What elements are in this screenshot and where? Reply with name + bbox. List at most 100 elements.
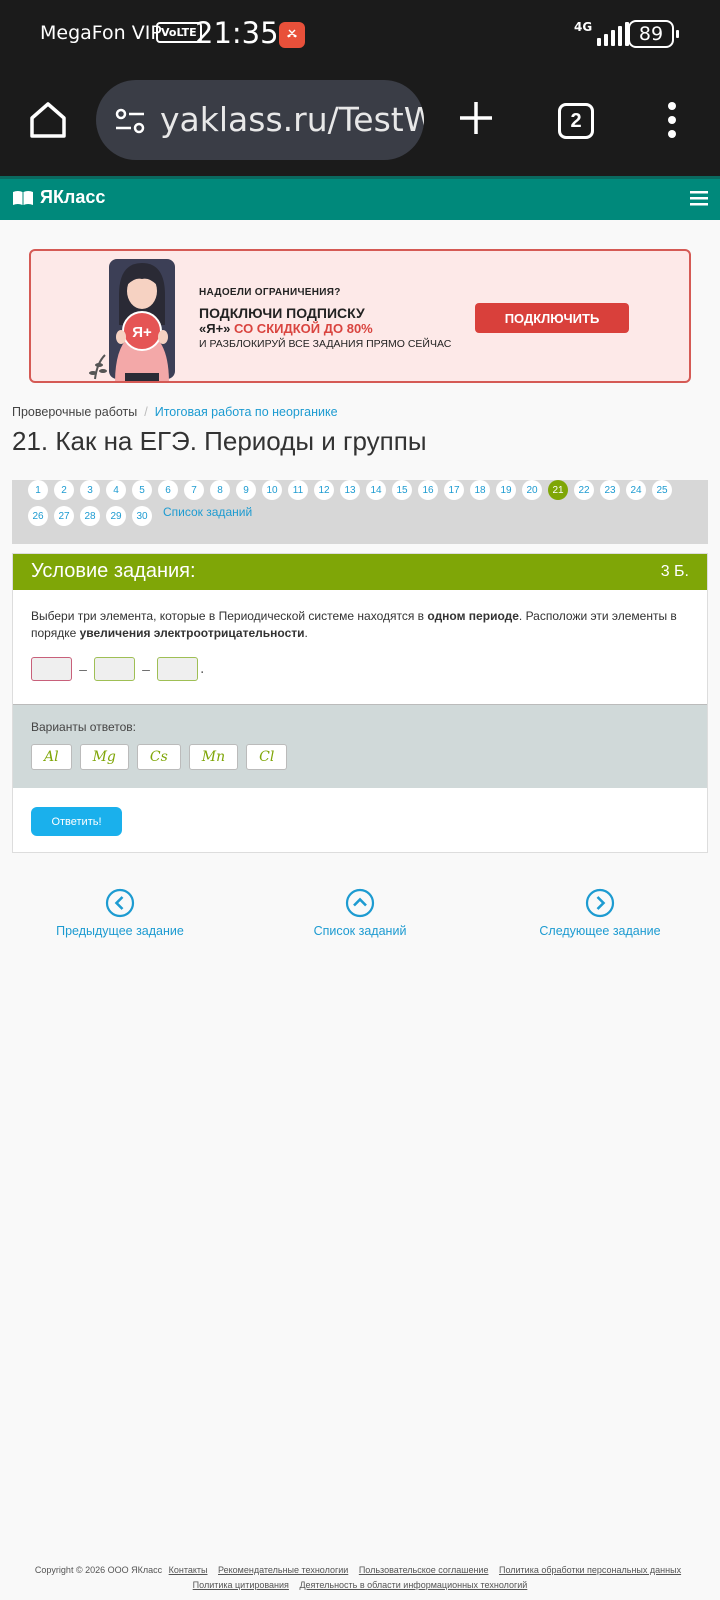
task-heading: Условие задания:	[31, 560, 196, 582]
footer-link[interactable]: Пользовательское соглашение	[359, 1565, 489, 1575]
page-22-button[interactable]: 22	[574, 480, 594, 500]
page-17-button[interactable]: 17	[444, 480, 464, 500]
breadcrumb-separator: /	[144, 405, 148, 419]
site-settings-icon[interactable]	[114, 106, 146, 136]
page-12-button[interactable]: 12	[314, 480, 334, 500]
footer-row-2: Политика цитирования Деятельность в обла…	[0, 1578, 720, 1593]
new-tab-icon[interactable]	[458, 100, 494, 136]
question-text-1: Выбери три элемента, которые в Периодиче…	[31, 609, 428, 623]
page-6-button[interactable]: 6	[158, 480, 178, 500]
page-24-button[interactable]: 24	[626, 480, 646, 500]
subscription-banner[interactable]: Я+ НАДОЕЛИ ОГРАНИЧЕНИЯ? ПОДКЛЮЧИ ПОДПИСК…	[29, 249, 691, 383]
submit-answer-button[interactable]: Ответить!	[31, 807, 122, 836]
subscribe-button[interactable]: ПОДКЛЮЧИТЬ	[475, 303, 629, 333]
footer-link[interactable]: Рекомендательные технологии	[218, 1565, 348, 1575]
task-points: 3 Б.	[660, 563, 689, 580]
banner-question: НАДОЕЛИ ОГРАНИЧЕНИЯ?	[199, 287, 341, 298]
answer-slots: – – .	[31, 657, 204, 681]
question-bold-2: увеличения электроотрицательности	[79, 626, 305, 640]
more-menu-icon[interactable]	[662, 100, 682, 140]
signal-icon	[597, 22, 629, 46]
page-3-button[interactable]: 3	[80, 480, 100, 500]
status-bar: MegaFon VIP VoLTE 21:35 4G 89	[0, 0, 720, 70]
task-pagination: Список заданий 1 2 3 4 5 6 7 8 9 10 11 12 13 14 15 16 17…	[12, 480, 708, 544]
variant-chips: Al Mg Cs Mn Cl	[31, 744, 288, 770]
variant-chip[interactable]: Al	[31, 744, 72, 770]
call-notification-icon	[279, 22, 305, 48]
url-text: yaklass.ru/TestW	[160, 100, 424, 139]
chevron-right-icon	[585, 888, 615, 918]
banner-subtext: И РАЗБЛОКИРУЙ ВСЕ ЗАДАНИЯ ПРЯМО СЕЙЧАС	[199, 338, 452, 350]
page-28-button[interactable]: 28	[80, 506, 100, 526]
tab-switcher-button[interactable]: 2	[558, 103, 594, 139]
page-7-button[interactable]: 7	[184, 480, 204, 500]
banner-offer-discount: СО СКИДКОЙ ДО 80%	[230, 321, 373, 336]
next-task-link[interactable]: Следующее задание	[520, 888, 680, 938]
footer-link[interactable]: Деятельность в области информационных те…	[299, 1580, 527, 1590]
breadcrumb: Проверочные работы / Итоговая работа по не…	[12, 405, 338, 419]
page-23-button[interactable]: 23	[600, 480, 620, 500]
page-25-button[interactable]: 25	[652, 480, 672, 500]
banner-offer: «Я+» СО СКИДКОЙ ДО 80%	[199, 321, 373, 336]
girl-illustration: Я+	[89, 259, 175, 381]
page-26-button[interactable]: 26	[28, 506, 48, 526]
page-19-button[interactable]: 19	[496, 480, 516, 500]
page-2-button[interactable]: 2	[54, 480, 74, 500]
book-icon	[13, 190, 33, 205]
page-27-button[interactable]: 27	[54, 506, 74, 526]
banner-headline: ПОДКЛЮЧИ ПОДПИСКУ	[199, 305, 365, 321]
address-bar[interactable]: yaklass.ru/TestW	[96, 80, 424, 160]
site-logo[interactable]: ЯКласс	[12, 187, 105, 208]
browser-toolbar: yaklass.ru/TestW 2	[0, 70, 720, 176]
answer-slot-2[interactable]	[94, 657, 135, 681]
page-11-button[interactable]: 11	[288, 480, 308, 500]
variant-chip[interactable]: Mn	[188, 744, 239, 770]
breadcrumb-current[interactable]: Итоговая работа по неорганике	[155, 405, 338, 419]
chevron-left-icon	[105, 888, 135, 918]
page-13-button[interactable]: 13	[340, 480, 360, 500]
task-list-nav-link[interactable]: Список заданий	[280, 888, 440, 938]
page-20-button[interactable]: 20	[522, 480, 542, 500]
copyright: Copyright © 2026 ООО ЯКласс	[34, 1565, 163, 1575]
variant-chip[interactable]: Cl	[246, 744, 288, 770]
footer-link[interactable]: Политика цитирования	[193, 1580, 289, 1590]
page-18-button[interactable]: 18	[470, 480, 490, 500]
footer-link[interactable]: Политика обработки персональных данных	[499, 1565, 681, 1575]
battery-icon: 89	[628, 20, 679, 48]
page-14-button[interactable]: 14	[366, 480, 386, 500]
page-4-button[interactable]: 4	[106, 480, 126, 500]
page-30-button[interactable]: 30	[132, 506, 152, 526]
home-icon[interactable]	[26, 98, 70, 142]
task-card: Условие задания: 3 Б. Выбери три элемент…	[12, 553, 708, 853]
page-15-button[interactable]: 15	[392, 480, 412, 500]
breadcrumb-root[interactable]: Проверочные работы	[12, 405, 137, 419]
answer-slot-3[interactable]	[157, 657, 198, 681]
next-task-label: Следующее задание	[539, 924, 661, 938]
page-10-button[interactable]: 10	[262, 480, 282, 500]
task-header: Условие задания: 3 Б.	[13, 554, 707, 590]
variant-chip[interactable]: Mg	[79, 744, 129, 770]
page-8-button[interactable]: 8	[210, 480, 230, 500]
page-1-button[interactable]: 1	[28, 480, 48, 500]
page-21-button[interactable]: 21	[548, 480, 568, 500]
page-5-button[interactable]: 5	[132, 480, 152, 500]
banner-offer-prefix: «Я+»	[199, 321, 231, 336]
question-bold-1: одном периоде	[427, 609, 519, 623]
page-9-button[interactable]: 9	[236, 480, 256, 500]
carrier-name: MegaFon VIP	[40, 22, 162, 44]
hamburger-menu-icon[interactable]	[690, 190, 708, 206]
status-time: 21:35	[195, 16, 279, 50]
page-title: 21. Как на ЕГЭ. Периоды и группы	[12, 426, 427, 456]
question-text-3: .	[304, 626, 308, 640]
page-16-button[interactable]: 16	[418, 480, 438, 500]
slot-separator: –	[79, 661, 87, 677]
prev-task-link[interactable]: Предыдущее задание	[40, 888, 200, 938]
variants-label: Варианты ответов:	[31, 720, 136, 734]
page-29-button[interactable]: 29	[106, 506, 126, 526]
task-list-link[interactable]: Список заданий	[163, 505, 252, 519]
variant-chip[interactable]: Cs	[136, 744, 181, 770]
network-type: 4G	[574, 20, 593, 34]
site-header: ЯКласс	[0, 176, 720, 220]
footer-link[interactable]: Контакты	[169, 1565, 208, 1575]
answer-slot-1[interactable]	[31, 657, 72, 681]
